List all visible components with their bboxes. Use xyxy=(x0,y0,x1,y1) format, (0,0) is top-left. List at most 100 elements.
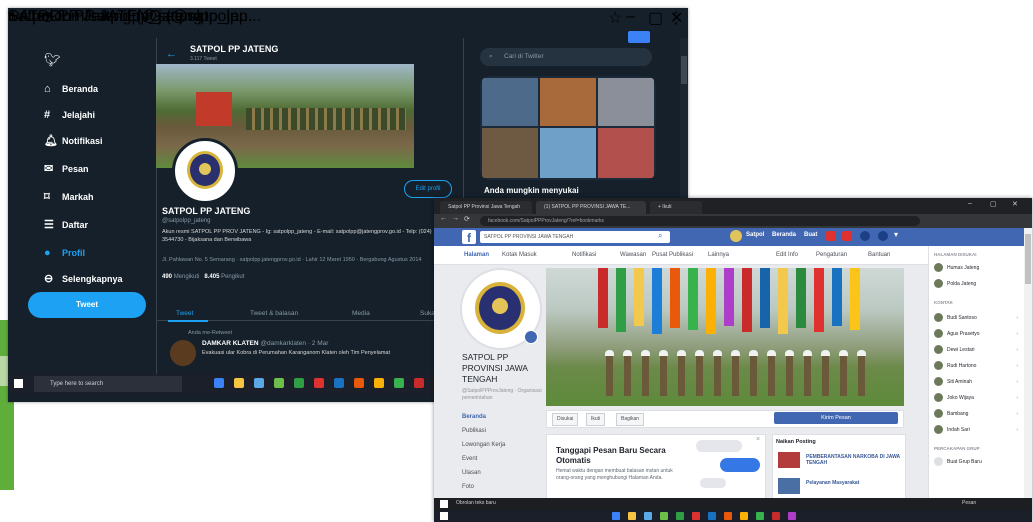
media-thumb[interactable] xyxy=(598,128,654,178)
back-arrow-icon[interactable]: ← xyxy=(166,48,177,60)
app-icon[interactable] xyxy=(788,512,796,520)
post-link[interactable]: Pelayanan Masyarakat xyxy=(806,480,902,486)
nav-explore[interactable]: # Jelajahi xyxy=(44,104,164,126)
post-thumbnail[interactable] xyxy=(778,478,800,494)
scrollbar-thumb[interactable] xyxy=(1025,234,1031,284)
chat-icon[interactable] xyxy=(440,500,448,508)
reload-icon[interactable]: ⟳ xyxy=(464,215,470,223)
left-nav-reviews[interactable]: Ulasan xyxy=(462,466,540,480)
contact-item[interactable]: Budi Santoso › xyxy=(934,312,1022,325)
app-icon[interactable] xyxy=(772,512,780,520)
contact-item[interactable]: Joko Wijaya › xyxy=(934,392,1022,405)
tweet-author[interactable]: DAMKAR KLATEN @damkarklaten · 2 Mar xyxy=(202,340,328,347)
nav-more[interactable]: ⊖ Selengkapnya xyxy=(44,268,164,290)
chat-text[interactable]: Obrolan teks baru xyxy=(456,500,496,506)
url-field[interactable]: twitter.com/satpolpp_jateng xyxy=(8,8,202,26)
tab-likes[interactable]: Suka xyxy=(420,310,435,317)
nav-profile[interactable]: ● Profil xyxy=(44,242,164,264)
store-icon[interactable] xyxy=(254,378,264,388)
left-nav-photos[interactable]: Foto xyxy=(462,480,540,494)
close-icon[interactable]: × xyxy=(756,436,760,443)
app-icon[interactable] xyxy=(334,378,344,388)
facebook-logo[interactable]: f xyxy=(462,230,476,245)
cover-photo[interactable] xyxy=(546,268,904,406)
nav-profile-link[interactable]: Satpol xyxy=(746,232,764,238)
extension-icon[interactable] xyxy=(628,31,650,43)
sidebar-item[interactable]: Polda Jateng xyxy=(934,278,1022,291)
browser-tab-active[interactable]: (1) SATPOL PP PROVINSI JAWA TE... xyxy=(536,201,646,214)
explorer-icon[interactable] xyxy=(628,512,636,520)
facebook-search-input[interactable]: SATPOL PP PROVINSI JAWA TENGAH xyxy=(480,231,670,243)
windows-start-icon[interactable] xyxy=(14,379,23,388)
chrome-icon[interactable] xyxy=(374,378,384,388)
taskbar-search-input[interactable]: Type here to search xyxy=(34,376,182,392)
app-icon[interactable] xyxy=(660,512,668,520)
tab-insights[interactable]: Wawasan xyxy=(620,252,646,258)
left-nav-jobs[interactable]: Lowongan Kerja xyxy=(462,438,540,452)
browser-tab[interactable]: + Ikuti xyxy=(650,201,702,214)
nav-home-link[interactable]: Beranda xyxy=(772,232,796,238)
forward-icon[interactable]: → xyxy=(452,215,459,222)
tab-more[interactable]: Lainnya xyxy=(708,252,729,258)
nav-lists[interactable]: ☰ Daftar xyxy=(44,214,164,236)
sidebar-item[interactable]: Humas Jateng xyxy=(934,262,1022,275)
media-thumb[interactable] xyxy=(540,78,596,126)
search-input[interactable]: ⌕ Cari di Twitter xyxy=(480,48,652,66)
nav-messages[interactable]: ✉ Pesan xyxy=(44,158,164,180)
contact-item[interactable]: Dewi Lestari › xyxy=(934,344,1022,357)
tab-publishing[interactable]: Pusat Publikasi xyxy=(652,252,693,258)
contact-item[interactable]: Bambang › xyxy=(934,408,1022,421)
taskview-icon[interactable] xyxy=(612,512,620,520)
create-group-item[interactable]: Buat Grup Baru xyxy=(934,456,1022,469)
taskview-icon[interactable] xyxy=(214,378,224,388)
tweet-button[interactable]: Tweet xyxy=(28,292,146,318)
media-thumb[interactable] xyxy=(540,128,596,178)
tab-edit-info[interactable]: Edit Info xyxy=(776,252,798,258)
close-icon[interactable]: ✕ xyxy=(1012,200,1018,208)
menu-icon[interactable]: ⋮ xyxy=(668,8,684,28)
chrome-icon[interactable] xyxy=(740,512,748,520)
friends-icon[interactable] xyxy=(826,231,836,241)
star-icon[interactable]: ☆ xyxy=(608,8,622,28)
search-icon[interactable]: ⌕ xyxy=(658,231,662,241)
chat-messages-label[interactable]: Pesan xyxy=(962,500,976,506)
app-icon[interactable] xyxy=(676,512,684,520)
app-icon[interactable] xyxy=(756,512,764,520)
contact-item[interactable]: Agus Prasetyo › xyxy=(934,328,1022,341)
left-nav-events[interactable]: Event xyxy=(462,452,540,466)
media-thumb[interactable] xyxy=(482,128,538,178)
left-nav-home[interactable]: Beranda xyxy=(462,410,540,424)
followers-count[interactable]: 8.405 xyxy=(204,274,219,280)
dropdown-icon[interactable]: ▾ xyxy=(894,230,898,239)
tab-help[interactable]: Bantuan xyxy=(868,252,890,258)
contact-item[interactable]: Rudi Hartono › xyxy=(934,360,1022,373)
contact-item[interactable]: Indah Sari › xyxy=(934,424,1022,437)
following-count[interactable]: 490 xyxy=(162,274,172,280)
nav-bookmarks[interactable]: ⌑ Markah xyxy=(44,186,164,208)
media-thumb[interactable] xyxy=(482,78,538,126)
media-grid[interactable] xyxy=(480,76,656,180)
nav-create-link[interactable]: Buat xyxy=(804,232,817,238)
left-nav-posts[interactable]: Publikasi xyxy=(462,424,540,438)
notifications-icon[interactable] xyxy=(860,231,870,241)
app-icon[interactable] xyxy=(394,378,404,388)
tab-replies[interactable]: Tweet & balasan xyxy=(250,310,298,317)
bird-icon[interactable]: 🐦︎ xyxy=(44,52,61,68)
messenger-icon[interactable] xyxy=(842,231,852,241)
maximize-icon[interactable]: ▢ xyxy=(648,8,663,28)
explorer-icon[interactable] xyxy=(234,378,244,388)
tweet-avatar[interactable] xyxy=(170,340,196,366)
profile-avatar[interactable] xyxy=(172,138,238,204)
page-avatar-small[interactable] xyxy=(730,230,742,242)
tab-inbox[interactable]: Kotak Masuk xyxy=(502,252,537,258)
like-button[interactable]: Disukai xyxy=(552,413,579,426)
post-thumbnail[interactable] xyxy=(778,452,800,468)
send-message-button[interactable]: Kirim Pesan xyxy=(774,412,898,424)
url-field[interactable]: facebook.com/SatpolPPProvJateng/?ref=boo… xyxy=(480,216,920,226)
app-icon[interactable] xyxy=(414,378,424,388)
maximize-icon[interactable]: ▢ xyxy=(990,200,997,208)
app-icon[interactable] xyxy=(314,378,324,388)
post-link[interactable]: PEMBERANTASAN NARKOBA DI JAWA TENGAH xyxy=(806,454,902,466)
contact-item[interactable]: Siti Aminah › xyxy=(934,376,1022,389)
app-icon[interactable] xyxy=(724,512,732,520)
